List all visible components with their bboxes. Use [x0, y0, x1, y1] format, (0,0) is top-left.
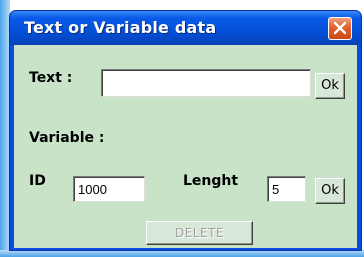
length-input[interactable]: 5	[267, 176, 306, 202]
delete-button[interactable]: DELETE	[146, 221, 253, 245]
variable-label: Variable :	[29, 130, 105, 146]
background-strip-bottom	[0, 250, 364, 257]
id-input[interactable]: 1000	[73, 176, 145, 202]
window-title: Text or Variable data	[24, 18, 217, 37]
text-label: Text :	[29, 70, 73, 86]
text-ok-button[interactable]: Ok	[315, 73, 345, 99]
dialog-client-area: Text : Ok Variable : ID 1000 Lenght 5 Ok…	[14, 45, 357, 248]
close-button[interactable]	[328, 17, 352, 40]
text-input[interactable]	[101, 69, 311, 97]
title-bar[interactable]: Text or Variable data	[10, 11, 361, 45]
id-label: ID	[29, 173, 46, 189]
text-or-variable-dialog: Text or Variable data Text : Ok Variable…	[9, 10, 362, 251]
variable-ok-button[interactable]: Ok	[315, 178, 345, 204]
length-label: Lenght	[183, 173, 239, 189]
close-x-icon	[333, 21, 347, 35]
